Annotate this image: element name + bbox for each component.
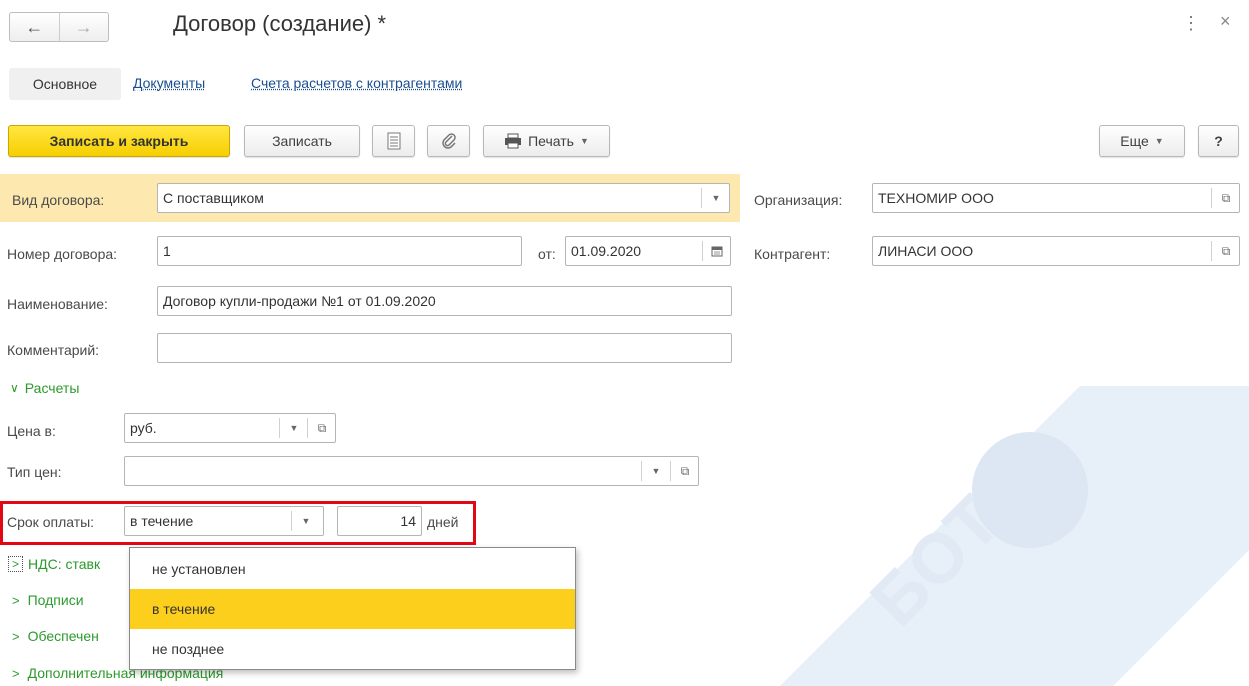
cena-value: руб. [130,420,157,436]
chevron-down-icon: ∨ [10,381,19,395]
tab-scheta[interactable]: Счета расчетов с контрагентами [251,75,462,91]
org-select[interactable]: ТЕХНОМИР ООО ⧉ [872,183,1240,213]
comment-input[interactable] [157,333,732,363]
chevron-down-icon[interactable]: ▼ [642,457,670,485]
kontr-select[interactable]: ЛИНАСИ ООО ⧉ [872,236,1240,266]
obespechenie-label: Обеспечен [27,628,99,644]
close-icon[interactable]: × [1220,11,1231,32]
nomer-input[interactable]: 1 [157,236,522,266]
tab-dokumenty[interactable]: Документы [133,75,205,91]
watermark-logo: БОТ [780,386,1249,686]
option-label: не установлен [152,561,246,577]
chevron-down-icon: ▼ [1154,136,1164,146]
printer-icon [505,133,522,149]
nomer-value: 1 [163,243,171,259]
save-and-close-label: Записать и закрыть [49,133,189,149]
srok-value: в течение [130,513,194,529]
dropdown-option[interactable]: не установлен [130,549,575,589]
srok-select[interactable]: в течение ▼ [124,506,324,536]
tip-label: Тип цен: [7,464,62,480]
print-label: Печать [528,133,574,149]
print-button[interactable]: Печать ▼ [483,125,610,157]
podpisi-label: Подписи [27,592,84,608]
comment-label: Комментарий: [7,342,100,358]
date-input[interactable]: 01.09.2020 [565,236,731,266]
raschety-label: Расчеты [24,380,80,396]
kontr-value: ЛИНАСИ ООО [878,243,974,259]
chevron-right-icon: > [8,556,24,572]
document-list-button[interactable] [372,125,415,157]
open-icon[interactable]: ⧉ [671,457,698,485]
more-button[interactable]: Еще ▼ [1099,125,1185,157]
option-label: не позднее [152,641,225,657]
save-button[interactable]: Записать [244,125,360,157]
days-input[interactable]: 14 [337,506,422,536]
podpisi-group-header[interactable]: > Подписи [12,592,84,608]
date-value: 01.09.2020 [571,243,642,259]
help-button[interactable]: ? [1198,125,1239,157]
attach-button[interactable] [427,125,470,157]
obespechenie-group-header[interactable]: > Обеспечен [12,628,99,644]
more-menu-icon[interactable]: ⋮ [1182,13,1200,34]
name-input[interactable]: Договор купли-продажи №1 от 01.09.2020 [157,286,732,316]
dropdown-option[interactable]: не позднее [130,629,575,669]
kontr-label: Контрагент: [754,246,831,262]
save-label: Записать [272,133,332,149]
chevron-right-icon: > [12,665,20,681]
chevron-down-icon[interactable]: ▼ [292,507,320,535]
chevron-down-icon[interactable]: ▼ [702,184,729,212]
forward-arrow-icon: → [74,16,93,37]
dropdown-option-selected[interactable]: в течение [130,589,575,629]
back-arrow-icon: ← [25,16,44,37]
org-label: Организация: [754,192,843,208]
tip-select[interactable]: ▼ ⧉ [124,456,699,486]
days-value: 14 [400,513,416,529]
back-button[interactable]: ← [10,13,60,41]
tab-osnovnoe[interactable]: Основное [9,68,121,100]
ot-label: от: [538,246,556,262]
nds-group-header[interactable]: > НДС: ставк [8,556,100,572]
open-icon[interactable]: ⧉ [1212,184,1239,212]
days-unit-label: дней [427,514,459,530]
tab-label: Основное [32,76,98,92]
vid-label: Вид договора: [12,192,105,208]
chevron-right-icon: > [12,592,20,608]
open-icon[interactable]: ⧉ [1212,237,1239,265]
save-and-close-button[interactable]: Записать и закрыть [8,125,230,157]
nds-label: НДС: ставк [28,556,101,572]
forward-button[interactable]: → [60,13,109,41]
raschety-group-header[interactable]: ∨ Расчеты [10,380,79,396]
open-icon[interactable]: ⧉ [308,414,335,442]
more-label: Еще [1120,133,1149,149]
cena-label: Цена в: [7,423,56,439]
srok-dropdown-list: не установлен в течение не позднее [129,547,576,670]
option-label: в течение [152,601,216,617]
document-icon [387,132,400,150]
vid-value: С поставщиком [163,190,264,206]
paperclip-icon [441,133,456,149]
chevron-down-icon: ▼ [579,136,589,146]
help-icon: ? [1214,133,1223,149]
name-label: Наименование: [7,296,108,312]
nomer-label: Номер договора: [7,246,118,262]
page-title: Договор (создание) * [173,11,387,36]
calendar-icon[interactable] [703,237,730,265]
chevron-right-icon: > [12,628,20,644]
org-value: ТЕХНОМИР ООО [878,190,994,206]
vid-select[interactable]: С поставщиком ▼ [157,183,730,213]
cena-select[interactable]: руб. ▼ ⧉ [124,413,336,443]
nav-buttons: ← → [9,12,109,42]
srok-label: Срок оплаты: [7,514,95,530]
name-value: Договор купли-продажи №1 от 01.09.2020 [163,293,436,309]
chevron-down-icon[interactable]: ▼ [280,414,308,442]
